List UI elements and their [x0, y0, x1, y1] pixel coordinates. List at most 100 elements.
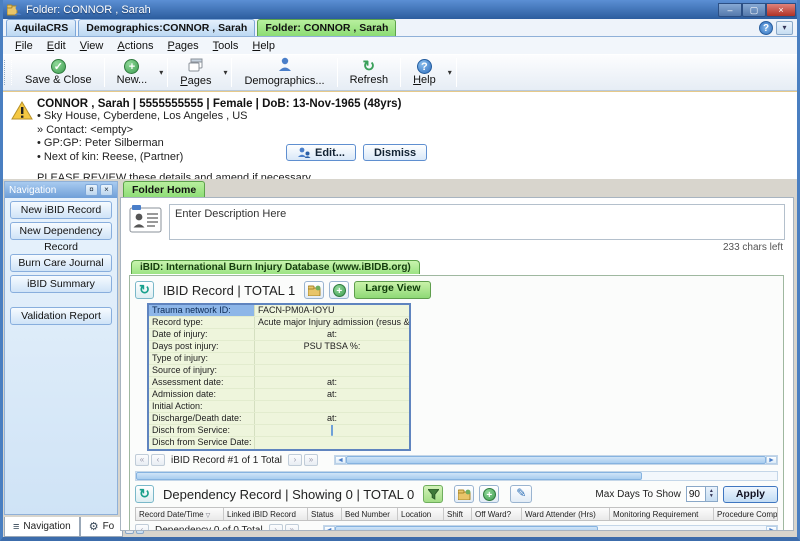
large-view-button[interactable]: Large View	[354, 281, 431, 299]
sidebar-item-new-dependency-record[interactable]: New Dependency Record	[10, 222, 112, 240]
record-field-row[interactable]: Trauma network ID:FACN-PM0A-IOYU	[149, 305, 409, 317]
bottom-tab-fo[interactable]: ⚙Fo	[80, 517, 124, 537]
column-header-off-ward-[interactable]: Off Ward?	[472, 508, 522, 520]
app-tab[interactable]: AquilaCRS	[6, 19, 76, 36]
ibid-horizontal-scrollbar[interactable]: ◄ ►	[334, 455, 778, 465]
scrollbar-track[interactable]	[642, 472, 777, 480]
stepper-arrows-icon[interactable]: ▲▼	[705, 487, 717, 501]
add-record-button[interactable]: +	[329, 281, 349, 299]
toolbar-saveclose-button[interactable]: ✓Save & Close	[13, 55, 104, 90]
add-record-button[interactable]: +	[479, 485, 499, 503]
record-field-row[interactable]: Discharge/Death date:at:	[149, 413, 409, 425]
tab-overflow-chevron-icon[interactable]: ▾	[776, 21, 793, 35]
apply-button[interactable]: Apply	[723, 486, 778, 503]
column-header-location[interactable]: Location	[398, 508, 444, 520]
sort-down-icon: ▽	[206, 513, 211, 519]
sidebar-item-new-ibid-record[interactable]: New iBID Record	[10, 201, 112, 219]
sidebar-item-validation-report[interactable]: Validation Report	[10, 307, 112, 325]
column-header-linked-ibid-record[interactable]: Linked iBID Record	[224, 508, 308, 520]
scrollbar-track[interactable]	[598, 526, 766, 531]
scroll-right-icon[interactable]: ►	[766, 526, 777, 531]
menu-help[interactable]: Help	[245, 39, 282, 53]
refresh-icon[interactable]: ↻	[135, 485, 154, 503]
next-page-icon[interactable]: ›	[288, 454, 302, 466]
minimize-button[interactable]: –	[718, 3, 742, 17]
scrollbar-thumb[interactable]	[346, 456, 766, 464]
field-value	[255, 353, 409, 364]
close-button[interactable]: ×	[766, 3, 796, 17]
edit-pencil-icon[interactable]: ✎	[510, 485, 532, 503]
record-field-row[interactable]: Record type:Acute major Injury admission…	[149, 317, 409, 329]
menu-view[interactable]: View	[73, 39, 111, 53]
scroll-left-icon[interactable]: ◄	[324, 526, 335, 531]
dependency-record-title: Dependency Record | Showing 0 | TOTAL 0	[163, 487, 414, 502]
dependency-horizontal-scrollbar[interactable]: ◄ ►	[323, 525, 778, 531]
column-header-record-date-time[interactable]: Record Date/Time▽	[136, 508, 224, 520]
column-header-monitoring-requirement[interactable]: Monitoring Requirement	[610, 508, 714, 520]
menu-file[interactable]: File	[8, 39, 40, 53]
toolbar-new-button[interactable]: +New...	[105, 55, 160, 90]
column-header-bed-number[interactable]: Bed Number	[342, 508, 398, 520]
section-horizontal-scrollbar[interactable]	[135, 471, 778, 481]
scroll-right-icon[interactable]: ►	[766, 456, 777, 464]
scrollbar-thumb[interactable]	[335, 526, 598, 531]
tab-folder-home[interactable]: Folder Home	[123, 181, 205, 198]
maximize-button[interactable]: ▢	[742, 3, 766, 17]
menu-pages[interactable]: Pages	[160, 39, 205, 53]
column-header-status[interactable]: Status	[308, 508, 342, 520]
open-folder-button[interactable]	[304, 281, 324, 299]
close-panel-icon[interactable]: ×	[100, 184, 113, 196]
filter-button[interactable]	[423, 485, 443, 503]
pin-icon[interactable]: ¤	[85, 184, 98, 196]
dropdown-arrow-icon[interactable]: ▾	[448, 68, 456, 77]
ibid-record-card[interactable]: Trauma network ID:FACN-PM0A-IOYURecord t…	[147, 303, 411, 451]
record-field-row[interactable]: Disch from Service:	[149, 425, 409, 437]
menu-edit[interactable]: Edit	[40, 39, 73, 53]
max-days-value[interactable]: 90	[687, 487, 705, 501]
menu-actions[interactable]: Actions	[110, 39, 160, 53]
max-days-stepper[interactable]: 90 ▲▼	[686, 486, 718, 502]
record-field-row[interactable]: Days post injury:PSU TBSA %:	[149, 341, 409, 353]
dropdown-arrow-icon[interactable]: ▾	[223, 68, 231, 77]
first-page-icon[interactable]: «	[135, 454, 149, 466]
description-input[interactable]	[169, 204, 785, 240]
refresh-icon[interactable]: ↻	[135, 281, 154, 299]
disch-service-icon[interactable]	[331, 425, 333, 436]
last-page-icon[interactable]: »	[304, 454, 318, 466]
toolbar-pages-button[interactable]: Pages	[168, 55, 223, 90]
record-field-row[interactable]: Assessment date:at:	[149, 377, 409, 389]
menu-tools[interactable]: Tools	[206, 39, 246, 53]
prev-page-icon[interactable]: ‹	[151, 454, 165, 466]
dropdown-arrow-icon[interactable]: ▾	[159, 68, 167, 77]
sidebar-item-ibid-summary[interactable]: iBID Summary	[10, 275, 112, 293]
last-page-icon[interactable]: »	[285, 524, 299, 531]
scroll-left-icon[interactable]: ◄	[335, 456, 346, 464]
record-field-row[interactable]: Date of injury:at:	[149, 329, 409, 341]
field-value: PSU TBSA %:	[255, 341, 409, 352]
help-round-icon[interactable]: ?	[759, 21, 773, 35]
app-tab[interactable]: Demographics:CONNOR , Sarah	[78, 19, 255, 36]
column-header-ward-attender-hrs-[interactable]: Ward Attender (Hrs)	[522, 508, 610, 520]
column-header-procedure-complexity[interactable]: Procedure Complexity	[714, 508, 778, 520]
scrollbar-thumb[interactable]	[136, 472, 642, 480]
record-field-row[interactable]: Type of injury:	[149, 353, 409, 365]
edit-button[interactable]: Edit...	[286, 144, 356, 161]
dismiss-button[interactable]: Dismiss	[363, 144, 427, 161]
prev-page-icon[interactable]: ‹	[135, 524, 149, 531]
toolbar-refresh-button[interactable]: ↻Refresh	[338, 55, 401, 90]
record-field-row[interactable]: Source of injury:	[149, 365, 409, 377]
toolbar-grip[interactable]	[4, 60, 12, 85]
chars-left-label: 233 chars left	[129, 240, 785, 257]
next-page-icon[interactable]: ›	[269, 524, 283, 531]
toolbar-demographics-button[interactable]: Demographics...	[232, 55, 336, 90]
toolbar-help-button[interactable]: ?Help	[401, 55, 448, 90]
record-field-row[interactable]: Disch from Service Date:	[149, 437, 409, 449]
ibid-database-tab[interactable]: iBID: International Burn Injury Database…	[131, 260, 420, 274]
record-field-row[interactable]: Initial Action:	[149, 401, 409, 413]
sidebar-item-burn-care-journal[interactable]: Burn Care Journal	[10, 254, 112, 272]
open-folder-button[interactable]	[454, 485, 474, 503]
column-header-shift[interactable]: Shift	[444, 508, 472, 520]
bottom-tab-navigation[interactable]: ≡Navigation	[4, 517, 80, 537]
app-tab[interactable]: Folder: CONNOR , Sarah	[257, 19, 396, 36]
record-field-row[interactable]: Admission date:at:	[149, 389, 409, 401]
